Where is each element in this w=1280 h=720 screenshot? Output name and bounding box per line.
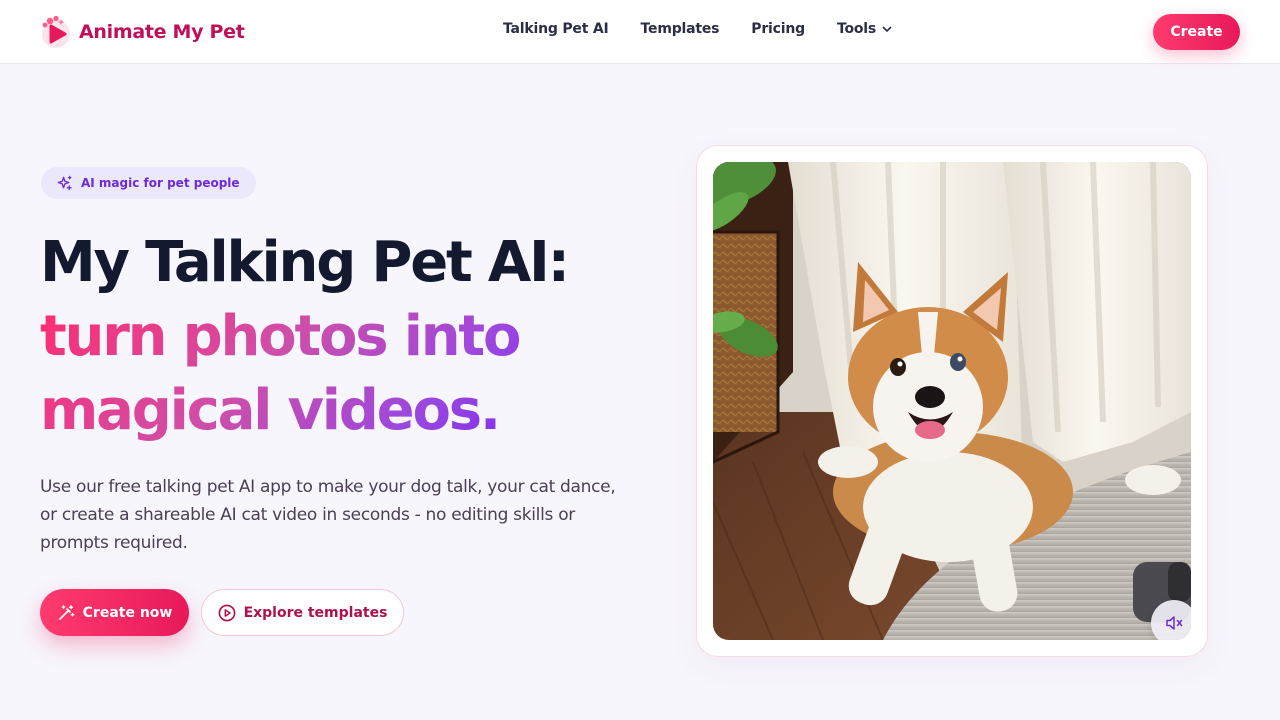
headline-line-2: turn photos into [40,300,600,374]
nav-link-tools-dropdown[interactable]: Tools [837,21,893,37]
create-now-button[interactable]: Create now [40,589,189,636]
hero-headline: My Talking Pet AI: turn photos into magi… [40,226,660,448]
hero-subtitle: Use our free talking pet AI app to make … [40,477,616,553]
hero-badge-text: AI magic for pet people [81,176,240,190]
hero-media-card [696,145,1208,657]
explore-templates-button[interactable]: Explore templates [201,589,404,636]
nav-create-button[interactable]: Create [1153,14,1240,50]
sparkles-icon [57,175,72,190]
headline-line-1: My Talking Pet AI: [40,230,570,295]
corgi-photo [713,162,1191,640]
top-navbar: Animate My Pet Talking Pet AI Templates … [0,0,1280,64]
brand-name: Animate My Pet [79,21,245,43]
brand-logo-icon [42,15,70,48]
nav-link-pricing[interactable]: Pricing [751,21,805,37]
hero-badge: AI magic for pet people [41,167,256,199]
create-now-label: Create now [82,604,173,621]
unmute-video-button[interactable] [1151,600,1191,640]
chevron-down-icon [882,26,892,32]
nav-link-talking-pet-ai[interactable]: Talking Pet AI [503,21,609,37]
brand-logo-link[interactable]: Animate My Pet [40,15,245,49]
main-nav: Talking Pet AI Templates Pricing Tools [503,18,893,40]
speaker-muted-icon [1166,616,1183,630]
play-circle-icon [218,604,235,621]
nav-link-tools-label: Tools [836,21,877,37]
nav-link-templates[interactable]: Templates [641,21,720,37]
hero-video-frame[interactable] [713,162,1191,640]
explore-templates-label: Explore templates [243,604,388,621]
headline-line-3: magical videos. [40,374,600,448]
magic-wand-icon [58,604,74,620]
